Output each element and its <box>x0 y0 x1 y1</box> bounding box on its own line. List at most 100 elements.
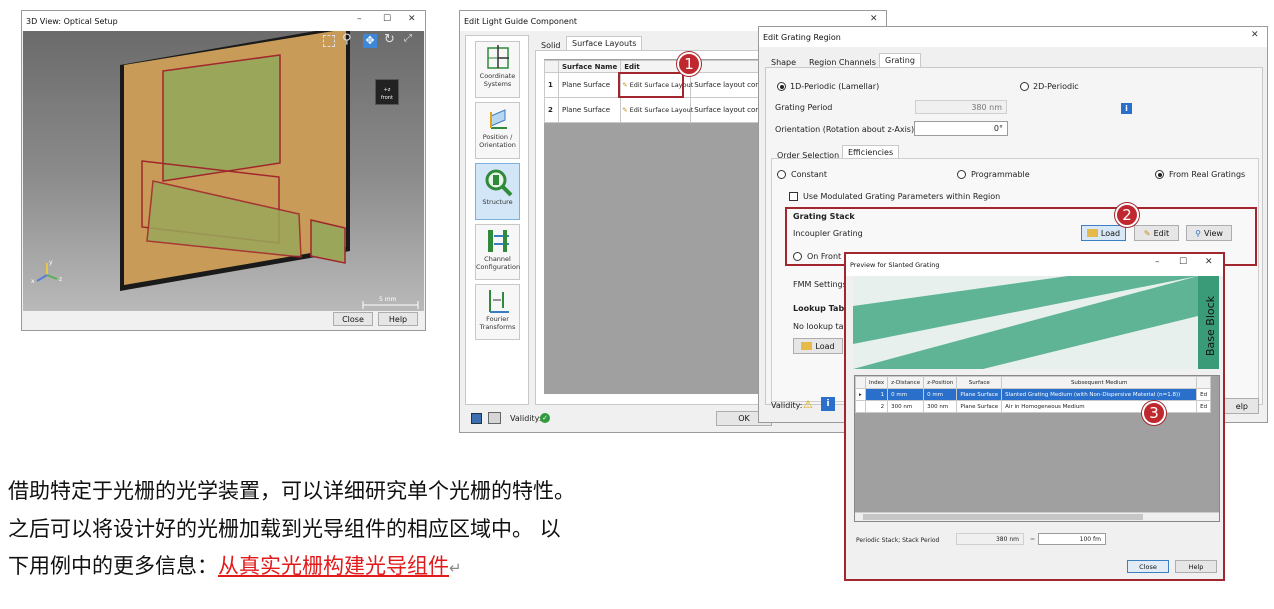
use-modulated-label: Use Modulated Grating Parameters within … <box>803 192 1001 201</box>
nav-structure[interactable]: Structure <box>475 163 520 220</box>
edit-surface-layout-button[interactable]: ✎ Edit Surface Layout <box>622 105 693 114</box>
lookup-load-button[interactable]: Load <box>793 338 843 354</box>
close-icon[interactable]: ✕ <box>870 14 878 24</box>
channel-icon <box>487 230 509 252</box>
zoom-box-icon[interactable] <box>323 35 335 47</box>
tab-efficiencies[interactable]: Efficiencies <box>842 145 900 159</box>
programmable-label: Programmable <box>971 170 1030 179</box>
view3d-title: 3D View: Optical Setup <box>26 16 118 26</box>
close-icon[interactable]: ✕ <box>408 14 416 24</box>
view3d-window: 3D View: Optical Setup – ☐ ✕ y x z 5 mm … <box>21 10 426 331</box>
close-button[interactable]: Close <box>333 312 373 326</box>
lgc-title: Edit Light Guide Component <box>464 16 578 26</box>
svg-text:z: z <box>59 276 62 283</box>
col-subsequent-medium: Subsequent Medium <box>1001 376 1198 389</box>
caption-line-2: 之后可以将设计好的光栅加载到光导组件的相应区域中。 以 <box>8 517 561 541</box>
preview-title: Preview for Slanted Grating <box>850 261 940 269</box>
help-button[interactable]: elp <box>1219 398 1259 414</box>
nav-coordinate-systems[interactable]: Coordinate Systems <box>475 41 520 98</box>
radio-1d-periodic[interactable] <box>777 82 786 91</box>
close-icon[interactable]: ✕ <box>1251 30 1259 40</box>
col-index: Index <box>864 376 889 389</box>
svg-text:x: x <box>31 278 35 285</box>
table-row[interactable]: ▸ 1 0 mm 0 mm Plane Surface Slanted Grat… <box>855 388 1212 401</box>
row-index: 2 <box>544 97 559 123</box>
callout-badge-2: 2 <box>1115 203 1139 227</box>
orientation-label: Orientation (Rotation about z-Axis) <box>775 125 915 134</box>
col-z-position: z-Position <box>923 376 958 389</box>
col-surface: Surface <box>956 376 1003 389</box>
col-z-distance: z-Distance <box>887 376 925 389</box>
nav-channel-configuration[interactable]: Channel Configuration <box>475 224 520 280</box>
caption-prefix: 下用例中的更多信息： <box>8 554 218 578</box>
from-real-gratings-label: From Real Gratings <box>1169 170 1246 179</box>
lookup-table-text: No lookup ta <box>793 322 844 331</box>
constant-label: Constant <box>791 170 827 179</box>
position-icon <box>489 109 507 129</box>
close-icon[interactable]: ✕ <box>1205 257 1213 267</box>
view3d-canvas[interactable]: y x z 5 mm ⚲ ✥ ↻ ⤢ +z front <box>23 31 424 311</box>
preview-help-button[interactable]: Help <box>1175 560 1217 573</box>
stack-period-field: 380 nm <box>956 533 1024 545</box>
row-surface-name: Plane Surface <box>557 72 622 98</box>
catalog-icon[interactable] <box>488 412 501 424</box>
valid-check-icon: ✓ <box>540 413 550 423</box>
grating-period-label: Grating Period <box>775 103 833 112</box>
nav-position-orientation[interactable]: Position / Orientation <box>475 102 520 159</box>
structure-magnifier-icon <box>485 169 512 197</box>
orientation-field[interactable]: 0° <box>914 121 1008 136</box>
pan-icon[interactable]: ✥ <box>363 34 377 48</box>
egr-title: Edit Grating Region <box>763 32 841 42</box>
preview-window: Preview for Slanted Grating – ☐ ✕ Base B… <box>844 252 1225 581</box>
radio-2d-periodic[interactable] <box>1020 82 1029 91</box>
highlight-edit-surface <box>618 72 684 98</box>
table-row: 2 Plane Surface ✎ Edit Surface Layout Sur… <box>544 97 778 123</box>
col-surface-name: Surface Name <box>557 60 622 73</box>
caption-line-1: 借助特定于光栅的光学装置，可以详细研究单个光栅的特性。 <box>8 479 575 503</box>
view3d-titlebar: 3D View: Optical Setup – ☐ ✕ <box>22 11 425 31</box>
caption-line-3: 下用例中的更多信息：从真实光栅构建光导组件↵ <box>8 549 462 585</box>
warning-icon: ⚠ <box>803 398 813 411</box>
stack-period-field-2[interactable]: 100 fm <box>1038 533 1106 545</box>
minimize-icon[interactable]: – <box>1155 257 1160 267</box>
coordinate-grid-icon <box>486 45 509 69</box>
tab-grating[interactable]: Grating <box>879 53 921 67</box>
row-index: 1 <box>544 72 559 98</box>
horizontal-scrollbar[interactable] <box>855 512 1219 521</box>
scrollbar-thumb[interactable] <box>863 514 1143 520</box>
preview-titlebar: Preview for Slanted Grating – ☐ ✕ <box>846 254 1223 276</box>
stack-period-label: Periodic Stack; Stack Period <box>856 537 940 544</box>
fourier-icon <box>488 290 509 313</box>
nav-label: Coordinate Systems <box>479 72 516 88</box>
fit-view-icon[interactable]: ⤢ <box>404 33 412 44</box>
fmm-settings-label: FMM Settings <box>793 280 847 289</box>
pencil-icon: ✎ <box>622 105 628 114</box>
grating-preview-canvas: Base Block <box>853 276 1219 369</box>
row-surface-name: Plane Surface <box>557 97 622 123</box>
nav-label: Position / Orientation <box>479 133 516 149</box>
minimize-icon[interactable]: – <box>357 14 362 24</box>
view-cube-icon[interactable]: +z front <box>375 79 399 105</box>
egr-validity-label: Validity: <box>771 401 803 410</box>
slanted-grating-drawing <box>853 276 1219 369</box>
use-modulated-checkbox[interactable] <box>789 192 798 201</box>
info-icon[interactable]: i <box>1121 103 1132 114</box>
maximize-icon[interactable]: ☐ <box>383 14 391 24</box>
callout-badge-1: 1 <box>677 52 701 76</box>
magnifier-icon[interactable]: ⚲ <box>342 32 352 47</box>
help-button[interactable]: Help <box>378 312 418 326</box>
tab-surface-layouts[interactable]: Surface Layouts <box>566 36 643 50</box>
use-case-link[interactable]: 从真实光栅构建光导组件 <box>218 554 449 578</box>
rotate-icon[interactable]: ↻ <box>384 32 395 47</box>
maximize-icon[interactable]: ☐ <box>1179 257 1187 267</box>
nav-fourier-transforms[interactable]: Fourier Transforms <box>475 284 520 340</box>
save-icon[interactable] <box>471 413 482 424</box>
radio-2d-label: 2D-Periodic <box>1033 82 1079 91</box>
radio-constant[interactable] <box>777 170 786 179</box>
scale-label: 5 mm <box>379 296 397 303</box>
info-icon[interactable]: i <box>821 397 835 411</box>
radio-programmable[interactable] <box>957 170 966 179</box>
lgc-nav-panel: Coordinate Systems Position / Orientatio… <box>465 35 529 405</box>
preview-close-button[interactable]: Close <box>1127 560 1169 573</box>
radio-from-real-gratings[interactable] <box>1155 170 1164 179</box>
